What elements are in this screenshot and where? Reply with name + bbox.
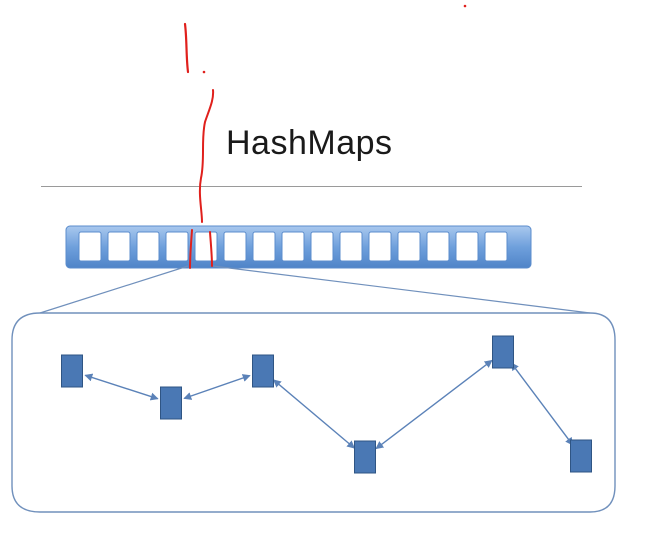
annotation-dot-top xyxy=(463,4,467,8)
list-node xyxy=(160,386,182,420)
list-node xyxy=(570,439,592,473)
bucket-slot xyxy=(484,231,508,262)
expansion-line-left xyxy=(39,265,189,314)
bucket-slot xyxy=(78,231,102,262)
bucket-slot xyxy=(397,231,421,262)
bucket-slot xyxy=(310,231,334,262)
bucket-slot xyxy=(252,231,276,262)
bucket-slot-highlighted xyxy=(165,231,189,262)
bucket-slot xyxy=(455,231,479,262)
expansion-line-right xyxy=(212,265,591,314)
hashmap-diagram xyxy=(11,4,616,513)
list-node xyxy=(252,354,274,388)
list-node xyxy=(61,354,83,388)
bucket-slot xyxy=(136,231,160,262)
annotation-dot-left xyxy=(202,70,206,74)
list-link-arrow xyxy=(510,362,574,446)
bucket-array xyxy=(65,225,532,269)
bucket-slot xyxy=(426,231,450,262)
list-node xyxy=(354,440,376,474)
bucket-slot xyxy=(281,231,305,262)
bucket-slot xyxy=(107,231,131,262)
list-link-arrow xyxy=(272,379,356,449)
slide-canvas: HashMaps xyxy=(0,0,651,550)
list-nodes xyxy=(61,335,592,474)
annotation-stroke-top xyxy=(183,22,190,74)
bucket-slot xyxy=(194,231,218,262)
annotation-stroke-middle xyxy=(198,89,215,223)
bucket-slot xyxy=(368,231,392,262)
list-link-arrow xyxy=(84,373,159,401)
bucket-slot xyxy=(339,231,363,262)
bucket-list-container xyxy=(11,312,616,513)
list-link-arrow xyxy=(375,359,493,450)
bucket-slot xyxy=(223,231,247,262)
list-node xyxy=(492,335,514,369)
list-link-arrow xyxy=(183,374,251,400)
list-links xyxy=(84,359,574,450)
